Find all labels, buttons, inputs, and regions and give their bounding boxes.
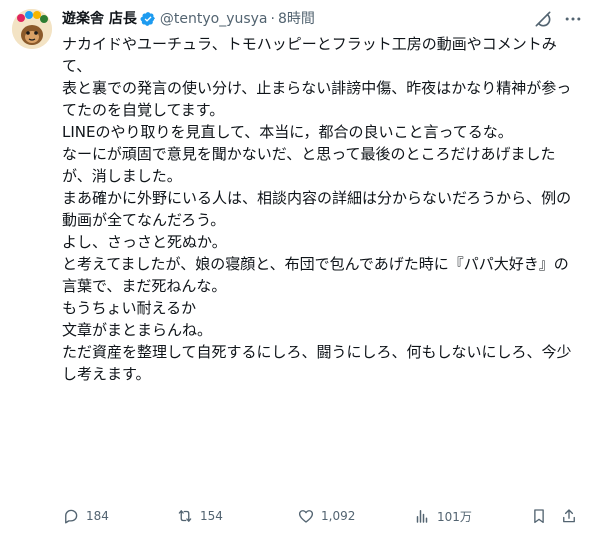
tweet-line: ナカイドやユーチュラ、トモハッピーとフラット工房の動画やコメントみて、	[62, 35, 557, 75]
tweet-text: ナカイドやユーチュラ、トモハッピーとフラット工房の動画やコメントみて、 表と裏で…	[62, 33, 582, 385]
avatar[interactable]	[12, 9, 52, 49]
more-icon[interactable]	[563, 9, 583, 29]
action-bar: 184 154 1,092 101万	[62, 504, 582, 528]
views-icon	[416, 510, 428, 523]
repost-count: 154	[200, 509, 223, 523]
grok-icon[interactable]	[533, 9, 553, 29]
tweet-line: 文章がまとまらんね。	[62, 321, 213, 339]
share-button[interactable]	[560, 504, 578, 528]
like-button[interactable]: 1,092	[297, 504, 355, 528]
author-handle[interactable]: @tentyo_yusya	[160, 9, 268, 29]
tweet-line: よし、さっさと死ぬか。	[62, 233, 227, 251]
tweet-line: LINEのやり取りを見直して、本当に，都合の良いこと言ってるな。	[62, 123, 513, 141]
repost-icon	[178, 510, 192, 522]
tweet-line: ただ資産を整理して自死するにしろ、闘うにしろ、何もしないにしろ、今少し考えます。	[62, 343, 572, 383]
avatar-image	[12, 9, 52, 49]
reply-count: 184	[86, 509, 109, 523]
tweet-line: と考えてましたが、娘の寝顔と、布団で包んであげた時に『パパ大好き』の言葉で、まだ…	[62, 255, 569, 295]
share-icon	[563, 509, 575, 523]
views-count: 101万	[437, 509, 472, 524]
tweet-line: なーにが頑固で意見を聞かないだ、と思って最後のところだけあげましたが、消しました…	[62, 145, 556, 185]
tweet-line: もうちょい耐えるか	[62, 299, 197, 317]
author-name[interactable]: 遊楽舎 店長	[62, 9, 137, 29]
reply-icon	[65, 509, 78, 524]
tweet-line: まあ確かに外野にいる人は、相談内容の詳細は分からないだろうから、例の動画が全てな…	[62, 189, 572, 229]
timestamp[interactable]: 8時間	[278, 9, 315, 29]
like-count: 1,092	[321, 509, 356, 523]
verified-badge-icon	[140, 12, 155, 26]
tweet: 遊楽舎 店長 @tentyo_yusya · 8時間 ナカイドやユーチュラ、トモ…	[0, 0, 596, 545]
bookmark-icon	[534, 509, 544, 524]
bookmark-button[interactable]	[530, 504, 548, 528]
repost-button[interactable]: 154	[176, 504, 223, 528]
tweet-header: 遊楽舎 店長 @tentyo_yusya · 8時間	[62, 9, 315, 29]
tweet-line: 表と裏での発言の使い分け、止まらない誹謗中傷、昨夜はかなり精神が参ってたのを自覚…	[62, 79, 572, 119]
like-icon	[298, 510, 314, 523]
reply-button[interactable]: 184	[62, 504, 109, 528]
views-button[interactable]: 101万	[413, 504, 472, 528]
separator-dot: ·	[270, 11, 275, 27]
